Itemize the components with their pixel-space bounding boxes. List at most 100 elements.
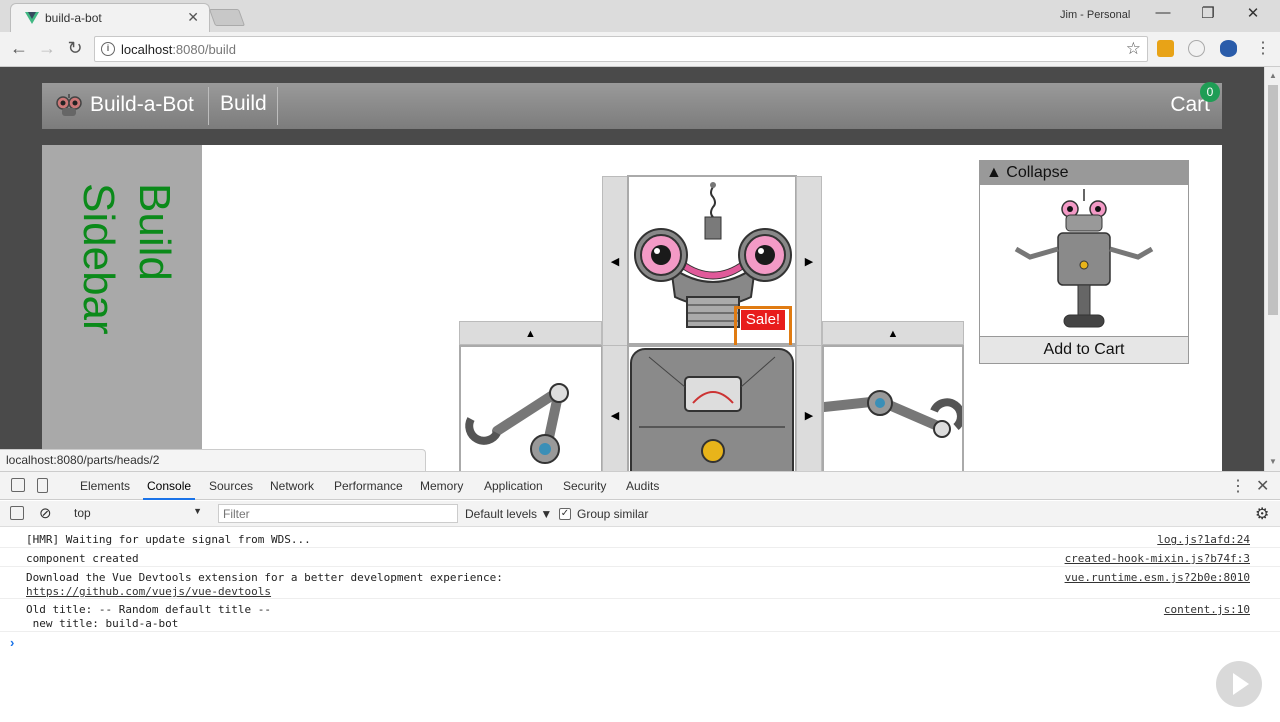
console-filter-bar: ⊘ top ▼ Default levels ▼ ✓ Group similar…	[0, 501, 1280, 527]
console-message: component created created-hook-mixin.js?…	[0, 548, 1280, 567]
vue-favicon-icon	[25, 12, 39, 24]
build-sidebar: Build Sidebar	[42, 145, 202, 471]
profile-name[interactable]: Jim - Personal	[1060, 9, 1130, 21]
console-source-link[interactable]: content.js:10	[1164, 603, 1250, 616]
forward-icon[interactable]: →	[36, 38, 58, 59]
sidebar-title: Build Sidebar	[74, 183, 179, 335]
preview-robot-image	[1014, 189, 1154, 328]
star-icon[interactable]: ☆	[1126, 39, 1141, 59]
tab-sources[interactable]: Sources	[209, 479, 253, 493]
url-host: localhost	[121, 42, 173, 57]
url-text[interactable]: localhost:8080/build	[121, 42, 236, 57]
menu-icon[interactable]: ⋮	[1252, 38, 1274, 58]
vue-devtools-link[interactable]: https://github.com/vuejs/vue-devtools	[26, 585, 271, 598]
console-message-text: Old title: -- Random default title -- ne…	[26, 603, 272, 630]
back-icon[interactable]: ←	[8, 38, 30, 59]
context-select[interactable]: top ▼	[68, 504, 206, 523]
left-arm-prev-button[interactable]: ▲	[459, 321, 602, 345]
console-message: [HMR] Waiting for update signal from WDS…	[0, 529, 1280, 548]
info-icon[interactable]: i	[101, 42, 115, 56]
robot-left-arm-image	[465, 383, 569, 464]
console-message: Old title: -- Random default title -- ne…	[0, 599, 1280, 632]
play-watermark-icon	[1216, 661, 1262, 707]
preview-header: ▲ Collapse	[980, 161, 1188, 185]
console-message-text: Download the Vue Devtools extension for …	[26, 571, 503, 599]
sidebar-toggle-icon[interactable]	[10, 506, 24, 520]
browser-tab-strip: build-a-bot ✕ Jim - Personal — ❐ ✕	[0, 0, 1280, 32]
chevron-down-icon: ▼	[193, 506, 202, 516]
header-divider	[208, 87, 209, 125]
scrollbar-thumb[interactable]	[1268, 85, 1278, 315]
address-bar[interactable]: i localhost:8080/build ☆	[94, 36, 1148, 62]
preview-panel: ▲ Collapse Add to Cart	[979, 160, 1189, 364]
right-arm-part[interactable]	[822, 345, 964, 471]
status-bubble-url: localhost:8080/parts/heads/2	[0, 449, 426, 471]
eye-extension-icon[interactable]	[1220, 40, 1237, 57]
right-arm-prev-button[interactable]: ▲	[822, 321, 964, 345]
console-prompt[interactable]: ›	[10, 635, 14, 650]
minimize-icon[interactable]: —	[1153, 4, 1173, 21]
group-similar-label: Group similar	[577, 507, 649, 521]
context-select-value: top	[74, 506, 91, 520]
add-to-cart-button[interactable]: Add to Cart	[980, 336, 1188, 363]
devtools-tab-bar: Elements Console Sources Network Perform…	[0, 472, 1280, 500]
devtools-panel: Elements Console Sources Network Perform…	[0, 471, 1280, 722]
tab-console[interactable]: Console	[142, 479, 196, 500]
extension-icon[interactable]	[1157, 40, 1174, 57]
head-prev-button[interactable]: ◀	[602, 176, 628, 346]
scroll-up-icon[interactable]: ▲	[1269, 71, 1277, 80]
app-header: Build-a-Bot Build Cart 0	[42, 82, 1222, 129]
torso-part[interactable]	[627, 345, 797, 471]
console-source-link[interactable]: vue.runtime.esm.js?2b0e:8010	[1065, 571, 1250, 584]
tab-close-icon[interactable]: ✕	[187, 9, 199, 26]
robot-logo-icon	[56, 94, 82, 116]
restore-icon[interactable]: ❐	[1198, 4, 1218, 22]
console-source-link[interactable]: log.js?1afd:24	[1157, 533, 1250, 546]
torso-next-button[interactable]: ▶	[796, 345, 822, 471]
tab-elements[interactable]: Elements	[80, 479, 130, 493]
reload-icon[interactable]: ↻	[64, 38, 86, 59]
robot-builder: ◀ ▶ Sale! ▲ ◀ ▶ ▲ ▲ Collapse Add to Cart	[202, 145, 1222, 471]
tab-audits[interactable]: Audits	[626, 479, 659, 493]
devtools-menu-icon[interactable]: ⋮	[1230, 476, 1246, 496]
clear-console-icon[interactable]: ⊘	[39, 504, 52, 522]
header-divider	[277, 87, 278, 125]
highlight-box	[734, 306, 792, 348]
torso-prev-button[interactable]: ◀	[602, 345, 628, 471]
collapse-button[interactable]: ▲ Collapse	[986, 164, 1069, 182]
url-path: :8080/build	[172, 42, 236, 57]
browser-tab[interactable]: build-a-bot ✕	[10, 3, 210, 32]
device-icon[interactable]	[37, 478, 48, 493]
console-message-text: [HMR] Waiting for update signal from WDS…	[26, 533, 311, 546]
levels-select[interactable]: Default levels ▼	[465, 507, 552, 521]
console-filter-input[interactable]	[218, 504, 458, 523]
tab-application[interactable]: Application	[484, 479, 543, 493]
brand-link[interactable]: Build-a-Bot	[90, 93, 194, 117]
settings-icon[interactable]: ⚙	[1255, 504, 1269, 524]
devtools-close-icon[interactable]: ✕	[1256, 476, 1269, 496]
robot-right-arm-image	[824, 390, 962, 438]
cart-count-badge: 0	[1200, 82, 1220, 102]
tab-performance[interactable]: Performance	[334, 479, 403, 493]
tab-memory[interactable]: Memory	[420, 479, 463, 493]
tab-network[interactable]: Network	[270, 479, 314, 493]
robot-torso-image	[630, 348, 794, 471]
left-arm-part[interactable]	[459, 345, 603, 471]
inspect-icon[interactable]	[11, 478, 25, 492]
page-scrollbar[interactable]: ▲ ▼	[1264, 67, 1280, 471]
scroll-down-icon[interactable]: ▼	[1269, 457, 1277, 466]
browser-toolbar: ← → ↻ i localhost:8080/build ☆ ⋮	[0, 32, 1280, 67]
console-message-body: Download the Vue Devtools extension for …	[26, 571, 503, 584]
nav-build-link[interactable]: Build	[220, 92, 267, 116]
console-message-text: component created	[26, 552, 139, 565]
console-source-link[interactable]: created-hook-mixin.js?b74f:3	[1065, 552, 1250, 565]
window-close-icon[interactable]: ✕	[1243, 4, 1263, 22]
console-message: Download the Vue Devtools extension for …	[0, 567, 1280, 599]
tab-security[interactable]: Security	[563, 479, 606, 493]
new-tab-button[interactable]	[208, 9, 246, 26]
page-viewport: Build-a-Bot Build Cart 0 Build Sidebar ◀	[0, 67, 1264, 471]
head-next-button[interactable]: ▶	[796, 176, 822, 346]
extension-2-icon[interactable]	[1188, 40, 1205, 57]
tab-title: build-a-bot	[45, 11, 102, 25]
group-similar-checkbox[interactable]: ✓	[559, 508, 571, 520]
